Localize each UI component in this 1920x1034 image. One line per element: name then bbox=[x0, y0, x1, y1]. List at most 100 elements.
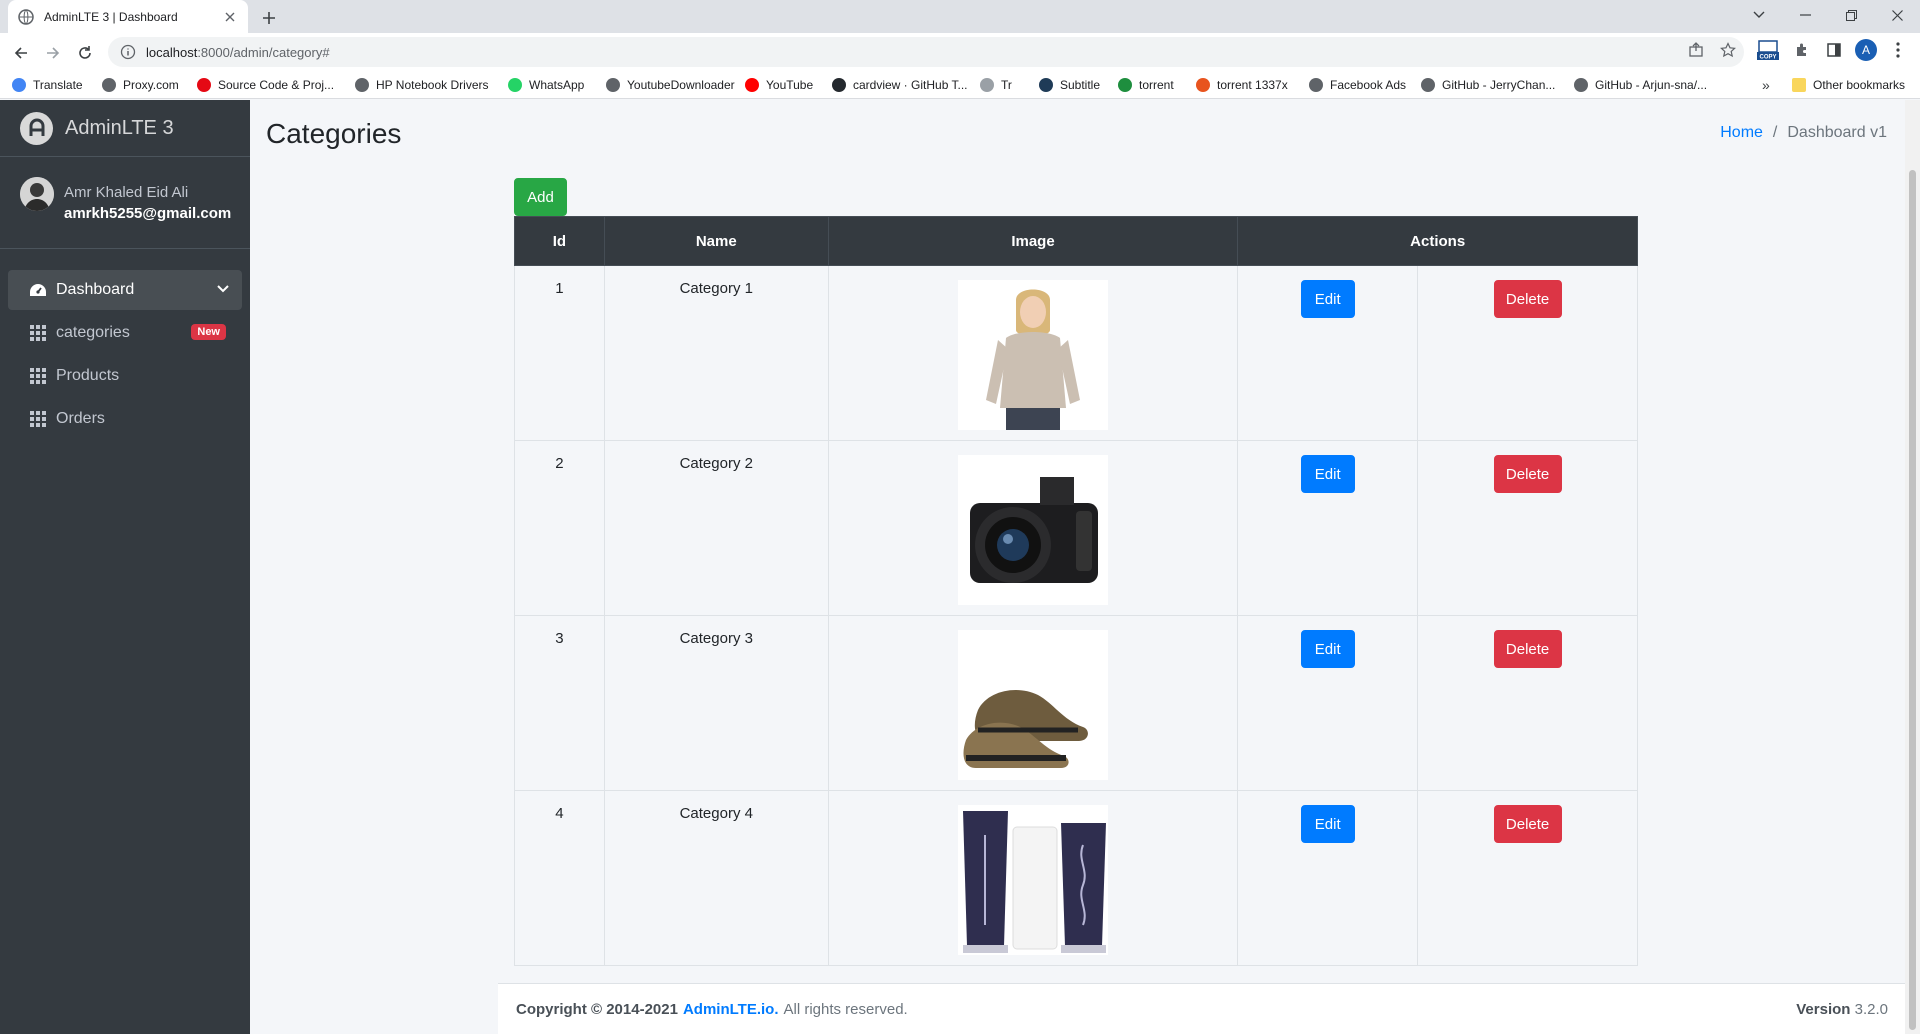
cell-id: 1 bbox=[514, 265, 605, 441]
url-host: localhost bbox=[146, 44, 198, 60]
forward-arrow-icon[interactable] bbox=[40, 40, 66, 66]
bookmark-favicon-icon bbox=[1574, 78, 1588, 92]
sidebar-item-products[interactable]: Products bbox=[8, 356, 242, 396]
column-header-id: Id bbox=[514, 216, 605, 266]
restore-button[interactable] bbox=[1828, 0, 1874, 30]
bookmark-item[interactable]: Translate bbox=[12, 75, 83, 95]
svg-text:COPY: COPY bbox=[1759, 55, 1776, 61]
bookmark-item[interactable]: Tr bbox=[980, 75, 1012, 95]
sidebar-item-label: Orders bbox=[56, 410, 105, 427]
bookmark-favicon-icon bbox=[745, 78, 759, 92]
bookmark-item[interactable]: WhatsApp bbox=[508, 75, 584, 95]
cell-delete: Delete bbox=[1417, 615, 1638, 791]
bookmark-star-icon[interactable] bbox=[1716, 38, 1740, 62]
tab-search-icon[interactable] bbox=[1736, 0, 1782, 30]
bookmark-label: Facebook Ads bbox=[1330, 78, 1407, 92]
bookmark-favicon-icon bbox=[12, 78, 26, 92]
grid-icon bbox=[28, 366, 48, 386]
chevron-down-icon[interactable] bbox=[216, 282, 230, 296]
cell-edit: Edit bbox=[1237, 615, 1419, 791]
kebab-menu-icon[interactable] bbox=[1886, 38, 1910, 62]
column-header-name: Name bbox=[603, 216, 829, 266]
adminlte-link[interactable]: AdminLTE.io. bbox=[683, 1001, 779, 1018]
new-badge: New bbox=[191, 324, 226, 340]
bookmark-item[interactable]: HP Notebook Drivers bbox=[355, 75, 489, 95]
edit-button[interactable]: Edit bbox=[1300, 455, 1355, 493]
bookmark-item[interactable]: GitHub - JerryChan... bbox=[1421, 75, 1555, 95]
sidebar-item-categories[interactable]: categories New bbox=[8, 313, 242, 353]
address-bar[interactable]: localhost:8000/admin/category# bbox=[108, 37, 1744, 67]
bookmark-favicon-icon bbox=[606, 78, 620, 92]
cell-image bbox=[827, 265, 1239, 441]
close-window-button[interactable] bbox=[1874, 0, 1920, 30]
share-icon[interactable] bbox=[1684, 38, 1708, 62]
extensions-puzzle-icon[interactable] bbox=[1790, 38, 1814, 62]
content-header: Categories bbox=[266, 118, 401, 150]
bookmark-item[interactable]: Facebook Ads bbox=[1309, 75, 1406, 95]
info-icon[interactable] bbox=[120, 44, 136, 60]
bookmark-item[interactable]: Source Code & Proj... bbox=[197, 75, 334, 95]
page-scrollbar[interactable] bbox=[1905, 100, 1920, 1034]
profile-initial: A bbox=[1855, 39, 1877, 61]
close-tab-icon[interactable] bbox=[222, 9, 238, 25]
bookmark-favicon-icon bbox=[102, 78, 116, 92]
copy-extension-icon[interactable]: COPY bbox=[1756, 38, 1780, 62]
breadcrumb-home[interactable]: Home bbox=[1720, 124, 1763, 142]
sidebar-item-orders[interactable]: Orders bbox=[8, 399, 242, 439]
bookmark-item[interactable]: YoutubeDownloader bbox=[606, 75, 735, 95]
delete-button[interactable]: Delete bbox=[1493, 630, 1562, 668]
table-row: 1 Category 1 Edit Delete bbox=[514, 265, 1638, 441]
brand-link[interactable]: AdminLTE 3 bbox=[0, 100, 250, 157]
bookmarks-overflow-icon[interactable]: » bbox=[1762, 75, 1770, 95]
other-bookmarks[interactable]: Other bookmarks bbox=[1792, 75, 1905, 95]
sidebar-item-dashboard[interactable]: Dashboard bbox=[8, 270, 242, 310]
side-panel-icon[interactable] bbox=[1822, 38, 1846, 62]
bookmark-label: YoutubeDownloader bbox=[627, 78, 735, 92]
other-bookmarks-label: Other bookmarks bbox=[1813, 78, 1906, 92]
edit-button[interactable]: Edit bbox=[1300, 280, 1355, 318]
bookmark-item[interactable]: torrent bbox=[1118, 75, 1174, 95]
bookmark-label: Source Code & Proj... bbox=[218, 78, 335, 92]
tachometer-icon bbox=[28, 280, 48, 300]
minimize-button[interactable] bbox=[1782, 0, 1828, 30]
back-arrow-icon[interactable] bbox=[8, 40, 34, 66]
bookmark-item[interactable]: Proxy.com bbox=[102, 75, 179, 95]
table-header-row: Id Name Image Actions bbox=[514, 216, 1638, 266]
bookmark-label: Translate bbox=[33, 78, 83, 92]
url-text: localhost:8000/admin/category# bbox=[146, 45, 330, 60]
version-value: 3.2.0 bbox=[1854, 1001, 1888, 1018]
globe-icon bbox=[18, 8, 34, 25]
delete-button[interactable]: Delete bbox=[1493, 455, 1562, 493]
reload-icon[interactable] bbox=[72, 40, 98, 66]
table-row: 2 Category 2 Edit Delete bbox=[514, 440, 1638, 616]
user-email[interactable]: amrkh5255@gmail.com bbox=[64, 205, 231, 222]
edit-button[interactable]: Edit bbox=[1300, 630, 1355, 668]
breadcrumb-current: Dashboard v1 bbox=[1787, 124, 1887, 141]
cell-image bbox=[827, 615, 1239, 791]
browser-tab-bar: AdminLTE 3 | Dashboard bbox=[0, 0, 1920, 33]
bookmark-item[interactable]: Subtitle bbox=[1039, 75, 1100, 95]
delete-button[interactable]: Delete bbox=[1493, 805, 1562, 843]
add-category-button[interactable]: Add bbox=[514, 178, 567, 216]
main-sidebar: AdminLTE 3 Amr Khaled Eid Ali amrkh5255@… bbox=[0, 100, 250, 1034]
bookmark-item[interactable]: cardview · GitHub T... bbox=[832, 75, 967, 95]
column-header-image: Image bbox=[827, 216, 1239, 266]
profile-avatar[interactable]: A bbox=[1854, 38, 1878, 62]
page-title: Categories bbox=[266, 118, 402, 149]
new-tab-button[interactable] bbox=[258, 7, 280, 29]
sidebar-item-label: categories bbox=[56, 324, 130, 341]
user-panel: Amr Khaled Eid Ali amrkh5255@gmail.com bbox=[0, 157, 250, 249]
column-header-actions: Actions bbox=[1237, 216, 1638, 266]
avatar[interactable] bbox=[20, 177, 54, 211]
edit-button[interactable]: Edit bbox=[1300, 805, 1355, 843]
delete-button[interactable]: Delete bbox=[1493, 280, 1562, 318]
bookmark-item[interactable]: YouTube bbox=[745, 75, 813, 95]
scrollbar-thumb[interactable] bbox=[1909, 170, 1916, 1030]
browser-tab[interactable]: AdminLTE 3 | Dashboard bbox=[8, 0, 248, 33]
user-name[interactable]: Amr Khaled Eid Ali bbox=[64, 184, 188, 201]
version-info: Version 3.2.0 bbox=[1796, 1001, 1888, 1018]
sidebar-nav: Dashboard categories New Products Orders bbox=[8, 270, 242, 442]
bookmark-item[interactable]: torrent 1337x bbox=[1196, 75, 1288, 95]
grid-icon bbox=[28, 409, 48, 429]
bookmark-item[interactable]: GitHub - Arjun-sna/... bbox=[1574, 75, 1707, 95]
